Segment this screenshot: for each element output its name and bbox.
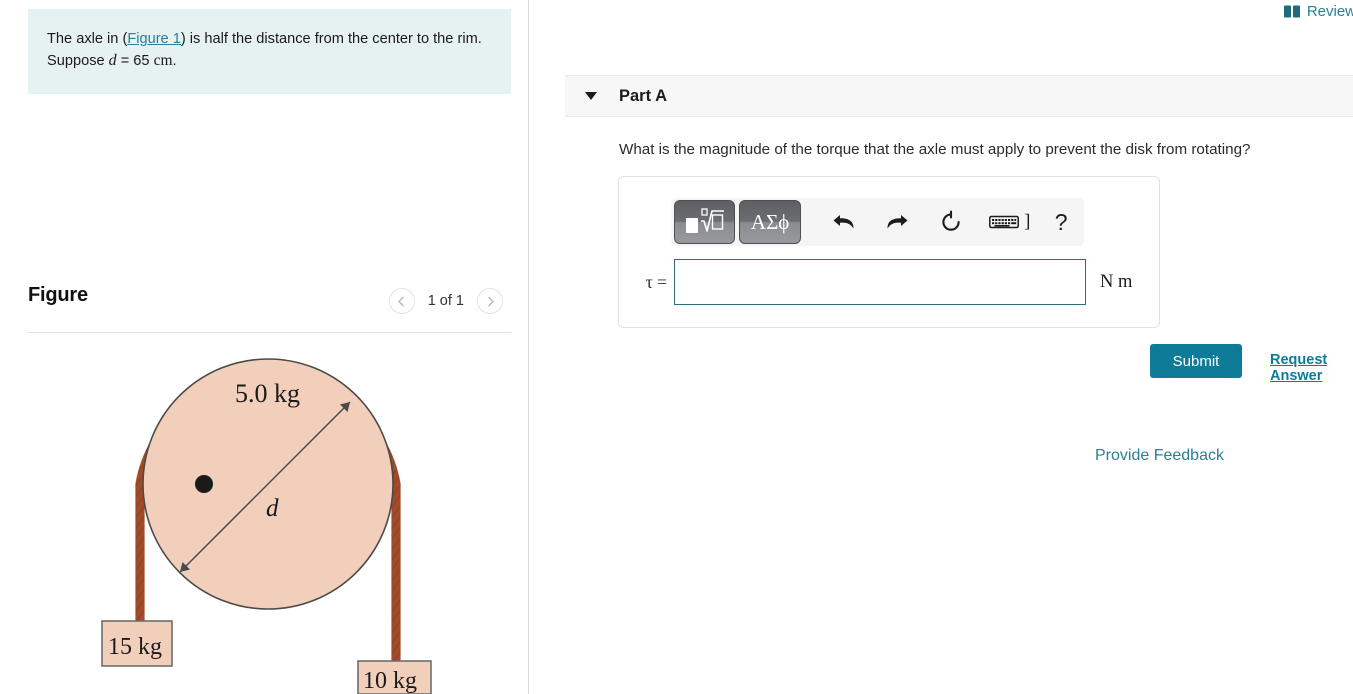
chevron-right-icon: [487, 296, 494, 306]
right-mass-label: 10 kg: [363, 668, 417, 694]
axle-dot: [195, 475, 213, 493]
figure-prev-button[interactable]: [388, 288, 415, 314]
help-label: ?: [1054, 208, 1068, 235]
redo-button[interactable]: [874, 202, 920, 242]
answer-unit-label: N m: [1100, 271, 1133, 292]
problem-statement-box: The axle in (Figure 1) is half the dista…: [28, 9, 511, 94]
left-mass-label: 15 kg: [108, 634, 162, 660]
math-template-button[interactable]: [674, 200, 736, 244]
left-pane: The axle in (Figure 1) is half the dista…: [0, 0, 529, 694]
book-icon: [1283, 5, 1300, 18]
keyboard-button[interactable]: [982, 202, 1028, 242]
part-a-header[interactable]: Part A: [565, 75, 1353, 117]
figure-header: Figure 1 of 1: [28, 283, 511, 326]
reset-circular-arrow-icon: [942, 210, 960, 231]
problem-period: .: [172, 53, 177, 69]
caret-down-icon[interactable]: [585, 92, 597, 100]
figure-next-button[interactable]: [477, 288, 503, 314]
part-a-title: Part A: [619, 86, 667, 105]
square-root-template-icon: [685, 208, 724, 233]
question-text: What is the magnitude of the torque that…: [619, 141, 1251, 158]
figure-1-link[interactable]: Figure 1: [127, 31, 181, 47]
diameter-label: d: [266, 495, 279, 522]
figure-panel-title: Figure: [28, 284, 88, 306]
review-label: Review: [1306, 3, 1353, 20]
greek-symbols-label: ΑΣϕ: [750, 209, 790, 234]
answer-input-row: τ = N m: [619, 259, 1159, 305]
review-link[interactable]: Review: [1283, 3, 1353, 20]
math-editor-toolbar: ΑΣϕ] ?: [671, 198, 1084, 246]
keyboard-icon: [989, 215, 1020, 229]
answer-input[interactable]: [674, 259, 1086, 305]
bracket-label: ]: [1024, 211, 1031, 232]
figure-counter: 1 of 1: [427, 293, 464, 309]
reset-button[interactable]: [928, 202, 974, 242]
greek-symbols-button[interactable]: ΑΣϕ: [739, 200, 801, 244]
submit-button[interactable]: Submit: [1150, 344, 1242, 378]
disk-mass-label: 5.0 kg: [235, 379, 300, 408]
undo-arrow-icon: [833, 215, 854, 229]
figure-navigation: 1 of 1: [388, 288, 503, 314]
pulley-disk-figure: 5.0 kg d 15 kg 10 kg: [101, 358, 432, 694]
redo-arrow-icon: [887, 215, 908, 229]
problem-text-part1: The axle in (: [47, 31, 128, 47]
help-button[interactable]: ?: [1038, 202, 1084, 242]
provide-feedback-link[interactable]: Provide Feedback: [1095, 447, 1224, 465]
tau-prefix-label: τ =: [645, 271, 667, 292]
unit-cm: cm: [153, 52, 173, 69]
undo-button[interactable]: [821, 202, 867, 242]
figure-divider: [28, 332, 511, 333]
right-pane: Review Part A What is the magnitude of t…: [530, 0, 1353, 694]
physics-homework-page: The axle in (Figure 1) is half the dista…: [0, 0, 1353, 694]
answer-card: ΑΣϕ] ? τ = N m: [618, 176, 1160, 328]
problem-equals-value: = 65: [116, 53, 154, 69]
chevron-left-icon: [398, 296, 404, 306]
request-answer-link[interactable]: Request Answer: [1270, 352, 1353, 384]
variable-d: d: [108, 52, 117, 69]
